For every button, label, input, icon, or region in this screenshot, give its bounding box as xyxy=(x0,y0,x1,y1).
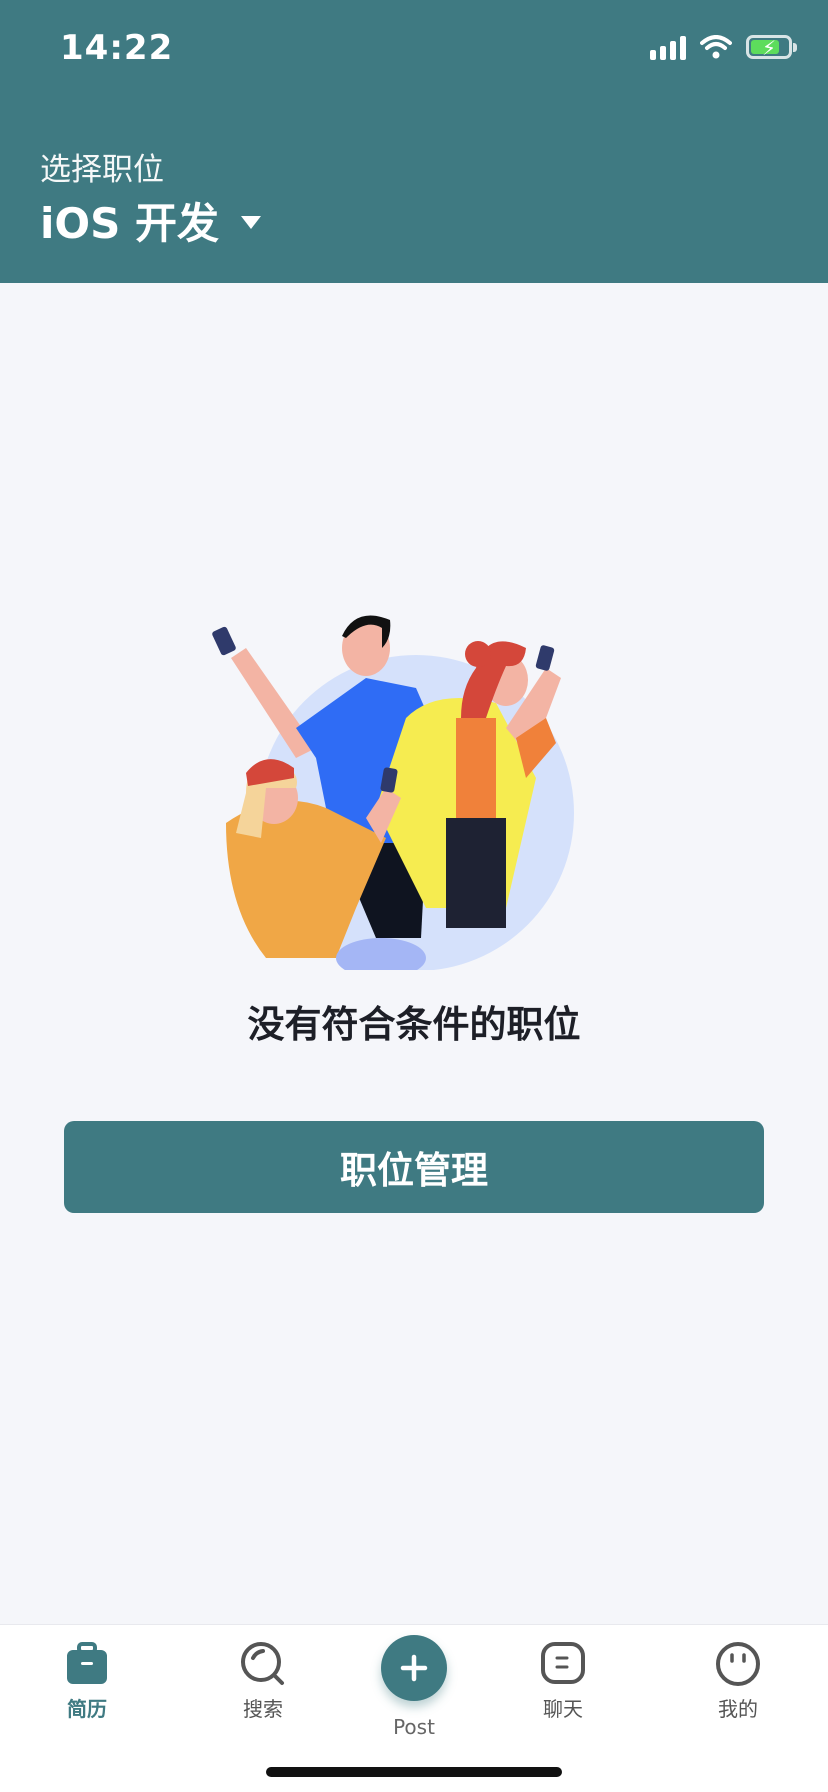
wifi-icon xyxy=(700,35,732,59)
tab-post[interactable]: Post xyxy=(354,1635,474,1739)
plus-icon xyxy=(400,1654,428,1682)
screen: 14:22 ⚡ 选择职位 iOS 开发 没有符合条件的职位 职位管理 简历 搜索… xyxy=(0,0,828,1792)
search-icon xyxy=(241,1642,284,1685)
signal-icon xyxy=(650,34,686,60)
home-indicator xyxy=(266,1767,562,1777)
current-role: iOS 开发 xyxy=(40,199,219,248)
caret-down-icon xyxy=(240,216,261,229)
chat-icon xyxy=(541,1642,585,1684)
tab-label: Post xyxy=(393,1715,435,1739)
tab-label: 搜索 xyxy=(243,1697,283,1721)
tab-profile[interactable]: 我的 xyxy=(678,1641,798,1722)
briefcase-icon xyxy=(67,1642,107,1684)
select-role-label: 选择职位 xyxy=(40,152,164,188)
empty-state-illustration xyxy=(212,615,574,970)
profile-icon xyxy=(716,1642,760,1686)
tab-label: 简历 xyxy=(67,1697,107,1721)
status-icons: ⚡ xyxy=(650,34,797,60)
post-button[interactable] xyxy=(381,1635,447,1701)
status-time: 14:22 xyxy=(60,28,174,68)
tab-resume[interactable]: 简历 xyxy=(27,1641,147,1722)
empty-state-message: 没有符合条件的职位 xyxy=(247,1003,581,1046)
manage-roles-button[interactable]: 职位管理 xyxy=(64,1121,764,1213)
tab-chat[interactable]: 聊天 xyxy=(503,1641,623,1722)
tab-label: 聊天 xyxy=(543,1697,583,1721)
role-selector[interactable]: iOS 开发 xyxy=(40,190,261,251)
tab-label: 我的 xyxy=(718,1697,758,1721)
header: 14:22 ⚡ 选择职位 iOS 开发 xyxy=(0,0,828,283)
battery-icon: ⚡ xyxy=(746,35,797,60)
tab-search[interactable]: 搜索 xyxy=(203,1641,323,1722)
